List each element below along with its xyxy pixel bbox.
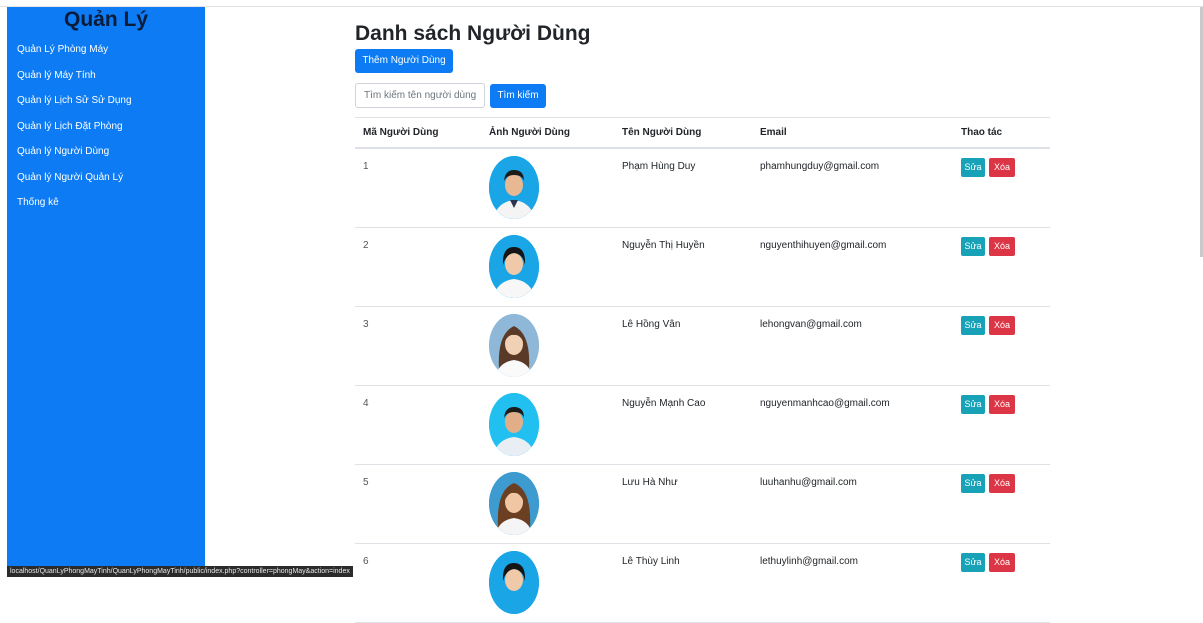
user-name: Nguyễn Mạnh Cao bbox=[622, 398, 706, 409]
user-email: luuhanhu@gmail.com bbox=[760, 477, 857, 488]
sidebar-item-nguoi-dung[interactable]: Quản lý Người Dùng bbox=[17, 146, 132, 172]
column-header-id: Mã Người Dùng bbox=[363, 127, 439, 138]
table-header: Mã Người Dùng Ảnh Người Dùng Tên Người D… bbox=[355, 118, 1050, 149]
user-avatar bbox=[489, 156, 539, 219]
edit-button[interactable]: Sửa bbox=[961, 237, 985, 256]
person-photo-icon bbox=[489, 235, 539, 298]
person-photo-icon bbox=[489, 551, 539, 614]
user-id: 3 bbox=[363, 319, 369, 330]
sidebar-nav: Quản Lý Phòng Máy Quản lý Máy Tính Quản … bbox=[17, 44, 132, 223]
user-name: Lưu Hà Như bbox=[622, 477, 678, 488]
edit-button[interactable]: Sửa bbox=[961, 316, 985, 335]
person-photo-icon bbox=[489, 156, 539, 219]
search-button[interactable]: Tìm kiếm bbox=[490, 84, 546, 108]
user-id: 4 bbox=[363, 398, 369, 409]
table-row: 6 Lê Thùy Linh lethuylinh@gmail.com Sửa … bbox=[355, 544, 1050, 623]
person-photo-icon bbox=[489, 472, 539, 535]
edit-button[interactable]: Sửa bbox=[961, 395, 985, 414]
sidebar: Quản Lý Quản Lý Phòng Máy Quản lý Máy Tí… bbox=[7, 7, 205, 577]
user-id: 2 bbox=[363, 240, 369, 251]
status-bar-url: localhost/QuanLyPhongMayTinh/QuanLyPhong… bbox=[7, 566, 353, 577]
delete-button[interactable]: Xóa bbox=[989, 316, 1015, 335]
delete-button[interactable]: Xóa bbox=[989, 395, 1015, 414]
window-top-border bbox=[0, 0, 1203, 7]
user-avatar bbox=[489, 472, 539, 535]
sidebar-item-may-tinh[interactable]: Quản lý Máy Tính bbox=[17, 70, 132, 96]
user-avatar bbox=[489, 393, 539, 456]
table-row: 3 Lê Hồng Vân lehongvan@gmail.com Sửa Xó… bbox=[355, 307, 1050, 386]
user-email: lethuylinh@gmail.com bbox=[760, 556, 858, 567]
person-photo-icon bbox=[489, 314, 539, 377]
sidebar-title: Quản Lý bbox=[63, 8, 148, 31]
users-table: Mã Người Dùng Ảnh Người Dùng Tên Người D… bbox=[355, 117, 1050, 623]
user-avatar bbox=[489, 551, 539, 614]
sidebar-item-phong-may[interactable]: Quản Lý Phòng Máy bbox=[17, 44, 132, 70]
column-header-name: Tên Người Dùng bbox=[622, 127, 702, 138]
user-id: 1 bbox=[363, 161, 369, 172]
user-email: nguyenthihuyen@gmail.com bbox=[760, 240, 887, 251]
table-row: 5 Lưu Hà Như luuhanhu@gmail.com Sửa Xóa bbox=[355, 465, 1050, 544]
edit-button[interactable]: Sửa bbox=[961, 158, 985, 177]
page-title: Danh sách Người Dùng bbox=[355, 22, 591, 45]
sidebar-item-lich-dat-phong[interactable]: Quản lý Lịch Đặt Phòng bbox=[17, 121, 132, 147]
sidebar-item-nguoi-quan-ly[interactable]: Quản lý Người Quản Lý bbox=[17, 172, 132, 198]
table-row: 2 Nguyễn Thị Huyền nguyenthihuyen@gmail.… bbox=[355, 228, 1050, 307]
search-input[interactable] bbox=[355, 83, 485, 108]
user-email: phamhungduy@gmail.com bbox=[760, 161, 880, 172]
delete-button[interactable]: Xóa bbox=[989, 237, 1015, 256]
user-avatar bbox=[489, 314, 539, 377]
sidebar-item-thong-ke[interactable]: Thống kê bbox=[17, 197, 132, 223]
user-email: lehongvan@gmail.com bbox=[760, 319, 862, 330]
user-name: Nguyễn Thị Huyền bbox=[622, 240, 705, 251]
delete-button[interactable]: Xóa bbox=[989, 553, 1015, 572]
edit-button[interactable]: Sửa bbox=[961, 474, 985, 493]
user-name: Lê Hồng Vân bbox=[622, 319, 681, 330]
column-header-photo: Ảnh Người Dùng bbox=[489, 127, 571, 138]
user-avatar bbox=[489, 235, 539, 298]
delete-button[interactable]: Xóa bbox=[989, 158, 1015, 177]
edit-button[interactable]: Sửa bbox=[961, 553, 985, 572]
user-id: 5 bbox=[363, 477, 369, 488]
table-row: 4 Nguyễn Mạnh Cao nguyenmanhcao@gmail.co… bbox=[355, 386, 1050, 465]
delete-button[interactable]: Xóa bbox=[989, 474, 1015, 493]
user-id: 6 bbox=[363, 556, 369, 567]
person-photo-icon bbox=[489, 393, 539, 456]
add-user-button[interactable]: Thêm Người Dùng bbox=[355, 49, 453, 73]
user-name: Lê Thùy Linh bbox=[622, 556, 680, 567]
user-name: Phạm Hùng Duy bbox=[622, 161, 696, 172]
column-header-actions: Thao tác bbox=[961, 127, 1003, 138]
sidebar-item-lich-su-su-dung[interactable]: Quản lý Lịch Sử Sử Dụng bbox=[17, 95, 132, 121]
column-header-email: Email bbox=[760, 127, 787, 138]
table-row: 1 Phạm Hùng Duy phamhungduy@gmail.com Sử… bbox=[355, 149, 1050, 228]
user-email: nguyenmanhcao@gmail.com bbox=[760, 398, 890, 409]
